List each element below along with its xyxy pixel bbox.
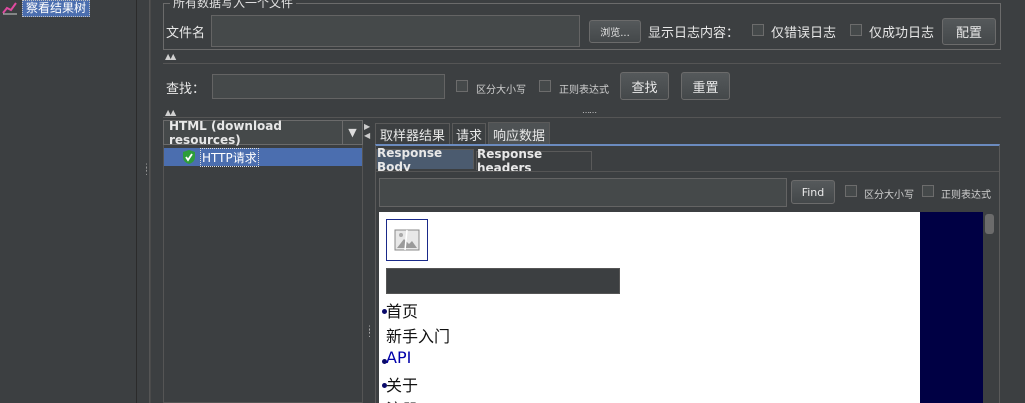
nav-item-register[interactable]: 注册 <box>386 396 418 403</box>
response-scrollbar[interactable] <box>983 212 996 403</box>
body-case-label: 区分大小写 <box>864 190 914 201</box>
success-only-label: 仅成功日志 <box>869 26 935 41</box>
tree-item-label: 察看结果树 <box>22 0 91 17</box>
splitter-grip-icon[interactable]: ⋮⋮ <box>365 326 374 339</box>
chart-icon <box>2 1 18 15</box>
collapse-left-icon[interactable]: ▶ ◀ <box>364 122 370 140</box>
case-sensitive-label: 区分大小写 <box>476 85 526 96</box>
nav-item-getting-started[interactable]: 新手入门 <box>386 323 450 347</box>
tab-request[interactable]: 请求 <box>452 123 486 145</box>
case-sensitive-checkbox[interactable] <box>456 80 468 92</box>
nav-item-api[interactable]: API <box>382 348 411 367</box>
chevron-down-icon[interactable]: ▼ <box>342 121 362 144</box>
separator <box>163 63 1001 64</box>
browse-button[interactable]: 浏览... <box>589 20 641 43</box>
errors-only-label: 仅错误日志 <box>771 26 837 41</box>
tab-sampler-result[interactable]: 取样器结果 <box>375 123 450 145</box>
filename-label: 文件名 <box>166 26 206 41</box>
nav-item-home[interactable]: 首页 <box>382 298 418 322</box>
search-label: 查找： <box>166 82 206 97</box>
success-only-checkbox[interactable] <box>850 24 862 36</box>
html-render-view[interactable]: 首页 新手入门 API 关于 注册 <box>379 212 920 403</box>
filename-input[interactable] <box>211 15 580 47</box>
page-sidebar-strip <box>920 212 983 403</box>
nav-item-about[interactable]: 关于 <box>382 372 418 396</box>
errors-only-checkbox[interactable] <box>752 24 764 36</box>
file-group-title: 所有数据写入一个文件 <box>170 0 297 11</box>
body-case-checkbox[interactable] <box>845 185 857 197</box>
search-find-button[interactable]: 查找 <box>620 72 669 100</box>
body-regex-checkbox[interactable] <box>922 185 934 197</box>
vertical-splitter[interactable]: ▶ ◀ ⋮ ⋮ <box>363 120 374 403</box>
body-regex-label: 正则表达式 <box>941 190 991 201</box>
collapse-up-icon[interactable]: ▲▲ <box>165 52 176 61</box>
log-content-label: 显示日志内容： <box>648 26 740 41</box>
regex-checkbox[interactable] <box>539 80 551 92</box>
tab-response-data[interactable]: 响应数据 <box>488 122 550 145</box>
result-label: HTTP请求 <box>200 147 259 167</box>
tab-response-headers[interactable]: Response headers <box>476 147 592 175</box>
renderer-select-value: HTML (download resources) <box>169 118 282 147</box>
form-input-placeholder[interactable] <box>386 268 620 294</box>
configure-button[interactable]: 配置 <box>942 18 996 45</box>
result-row[interactable]: HTTP请求 <box>164 147 362 167</box>
search-reset-button[interactable]: 重置 <box>681 72 730 100</box>
tab-response-body[interactable]: Response Body <box>376 146 474 174</box>
renderer-select[interactable]: HTML (download resources) ▼ <box>163 118 363 147</box>
splitter-grip-icon[interactable]: ⋮⋮ <box>142 164 151 182</box>
splitter-dots-icon[interactable]: ⋯⋯ <box>582 108 597 117</box>
regex-label: 正则表达式 <box>559 85 609 96</box>
broken-image-icon <box>386 219 428 261</box>
body-find-button[interactable]: Find <box>791 180 835 204</box>
shield-check-icon <box>182 150 196 164</box>
response-scrollbar-thumb[interactable] <box>985 214 994 234</box>
collapse-down-icon[interactable]: ▲▲ <box>165 108 176 117</box>
left-scroll-track[interactable] <box>150 0 160 403</box>
search-input[interactable] <box>212 74 445 99</box>
main-splitter[interactable] <box>138 0 150 403</box>
tree-item-view-results[interactable]: 察看结果树 <box>2 0 91 17</box>
body-search-input[interactable] <box>379 178 787 207</box>
test-plan-tree <box>0 0 137 403</box>
